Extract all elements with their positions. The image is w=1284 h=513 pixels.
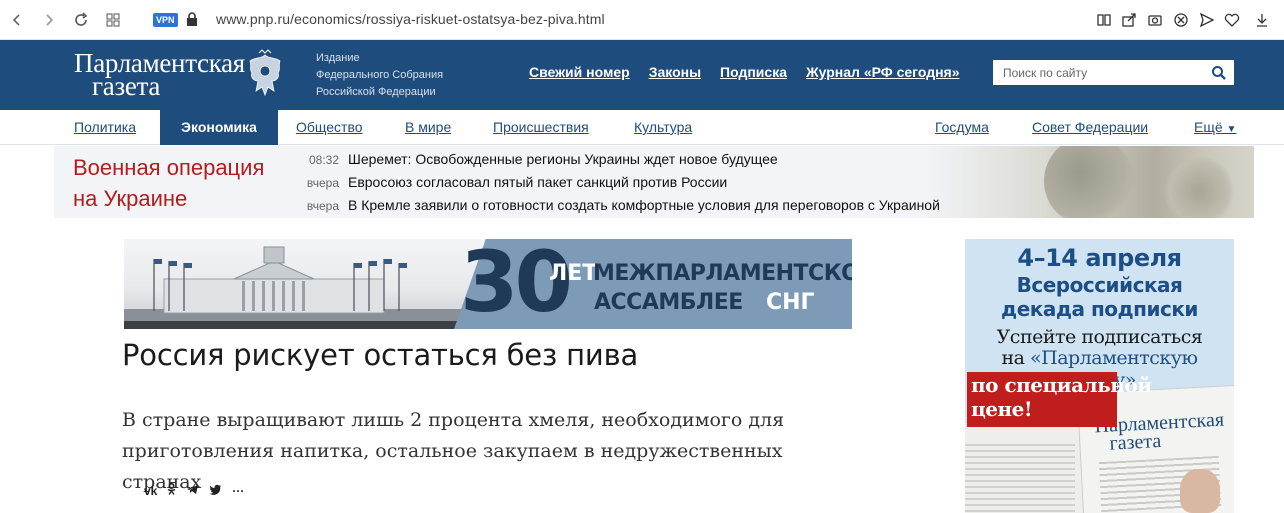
- nav-subscription[interactable]: Подписка: [720, 64, 787, 80]
- strip-title-line-1: Военная операция: [73, 155, 265, 180]
- news-headline[interactable]: В Кремле заявили о готовности создать ко…: [348, 197, 940, 213]
- news-time: вчера: [306, 176, 339, 190]
- section-world[interactable]: В мире: [385, 110, 471, 145]
- site-header: Парламентская газета Издание Федеральног…: [0, 40, 1284, 110]
- ad-red-line-1: по специальной: [971, 373, 1152, 397]
- eagle-emblem-icon: [242, 49, 288, 104]
- publisher-info: Издание Федерального Собрания Российской…: [316, 50, 443, 101]
- soldiers-photo: [924, 146, 1254, 218]
- address-bar[interactable]: www.pnp.ru/economics/rossiya-riskuet-ost…: [216, 11, 605, 27]
- publisher-line-3: Российской Федерации: [316, 86, 436, 98]
- section-society[interactable]: Общество: [276, 110, 383, 145]
- ipa-cis-banner[interactable]: 30 ЛЕТ МЕЖПАРЛАМЕНТСКОЙ АССАМБЛЕЕ СНГ: [124, 239, 852, 329]
- strip-news-list: 08:32 Шеремет: Освобожденные регионы Укра…: [284, 151, 940, 218]
- section-incidents[interactable]: Происшествия: [473, 110, 609, 145]
- banner-line-2: АССАМБЛЕЕ: [594, 290, 743, 315]
- banner-years: ЛЕТ: [549, 261, 598, 286]
- search-icon[interactable]: [1211, 65, 1227, 81]
- list-item[interactable]: вчера Евросоюз согласовал пятый пакет сан…: [284, 174, 940, 197]
- section-duma[interactable]: Госдума: [915, 110, 1009, 145]
- browser-toolbar: VPN www.pnp.ru/economics/rossiya-riskuet…: [0, 0, 1284, 40]
- section-economics[interactable]: Экономика: [160, 110, 278, 145]
- reload-icon[interactable]: [70, 9, 92, 31]
- odnoklassniki-icon[interactable]: [167, 482, 176, 498]
- section-politics[interactable]: Политика: [54, 110, 156, 145]
- strip-title[interactable]: Военная операция на Украине: [73, 152, 264, 214]
- ad-date: 4–14 апреля: [1017, 244, 1182, 272]
- tabs-grid-icon[interactable]: [102, 9, 124, 31]
- list-item[interactable]: 08:32 Шеремет: Освобожденные регионы Укра…: [284, 151, 940, 174]
- nav-latest-issue[interactable]: Свежий номер: [529, 64, 630, 80]
- section-culture[interactable]: Культура: [614, 110, 712, 145]
- nav-laws[interactable]: Законы: [649, 64, 701, 80]
- block-icon[interactable]: [1171, 10, 1191, 30]
- reader-mode-icon[interactable]: [1094, 10, 1114, 30]
- ad-red-line-2: цене!: [971, 397, 1033, 421]
- ad-line-2: Всероссийская: [1016, 273, 1183, 297]
- nav-magazine[interactable]: Журнал «РФ сегодня»: [806, 64, 960, 80]
- publisher-line-2: Федерального Собрания: [316, 69, 444, 81]
- section-federation-council[interactable]: Совет Федерации: [1012, 110, 1168, 145]
- lock-icon[interactable]: [186, 12, 198, 32]
- strip-title-line-2: на Украине: [73, 186, 188, 211]
- vk-icon[interactable]: vk: [144, 484, 157, 498]
- ad-line-4: Успейте подписаться: [996, 326, 1203, 348]
- header-nav: Свежий номер Законы Подписка Журнал «РФ …: [529, 64, 960, 80]
- article-title: Россия рискует остаться без пива: [122, 338, 639, 372]
- banner-line-1: МЕЖПАРЛАМЕНТСКОЙ: [593, 261, 852, 286]
- camera-icon[interactable]: [1145, 10, 1165, 30]
- send-icon[interactable]: [1197, 10, 1217, 30]
- ad-line-5a: на: [1001, 347, 1025, 369]
- news-time: вчера: [306, 199, 339, 213]
- list-item[interactable]: вчера В Кремле заявили о готовности созда…: [284, 197, 940, 218]
- share-bar: vk ···: [144, 482, 244, 498]
- share-icon[interactable]: [1119, 10, 1139, 30]
- download-icon[interactable]: [1252, 10, 1272, 30]
- palace-illustration: [124, 246, 484, 329]
- banner-line-2b: СНГ: [766, 290, 815, 315]
- logo-line-2: газета: [92, 71, 161, 101]
- section-nav: Политика Экономика Общество В мире Проис…: [0, 110, 1284, 145]
- special-news-strip: Военная операция на Украине 08:32 Шеремет…: [54, 146, 1254, 218]
- caret-down-icon: ▼: [1226, 124, 1237, 135]
- section-more-label: Ещё: [1194, 119, 1223, 135]
- search-input[interactable]: [993, 60, 1203, 85]
- twitter-icon[interactable]: [209, 484, 222, 498]
- ad-line-3: декада подписки: [1001, 297, 1198, 321]
- search-box: [993, 60, 1234, 85]
- site-logo[interactable]: Парламентская газета: [74, 50, 245, 101]
- telegram-icon[interactable]: [186, 484, 199, 498]
- news-time: 08:32: [308, 153, 339, 167]
- section-more[interactable]: Ещё ▼: [1174, 110, 1236, 145]
- subscription-ad[interactable]: 4–14 апреля Всероссийская декада подписк…: [965, 239, 1234, 513]
- news-headline[interactable]: Шеремет: Освобожденные регионы Украины ж…: [348, 151, 778, 167]
- forward-icon[interactable]: [38, 9, 60, 31]
- news-headline[interactable]: Евросоюз согласовал пятый пакет санкций …: [348, 174, 727, 190]
- publisher-line-1: Издание: [316, 52, 360, 64]
- vpn-badge[interactable]: VPN: [153, 13, 178, 27]
- more-icon[interactable]: ···: [232, 484, 244, 498]
- back-icon[interactable]: [6, 9, 28, 31]
- heart-icon[interactable]: [1222, 10, 1242, 30]
